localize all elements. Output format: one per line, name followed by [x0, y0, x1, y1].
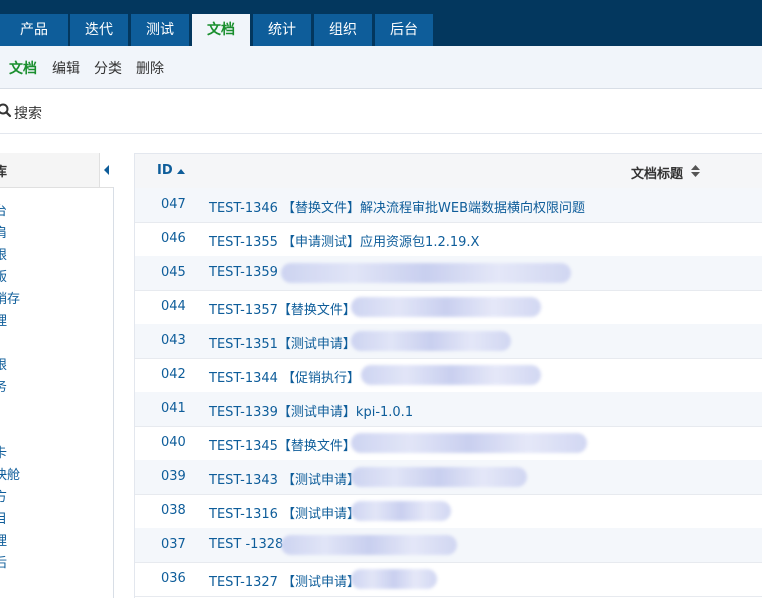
search-bar — [0, 89, 762, 134]
subnav-delete[interactable]: 删除 — [136, 58, 164, 78]
table-row[interactable]: 043 TEST-1351【测试申请】 — [135, 324, 762, 359]
table-row[interactable]: 036 TEST-1327 【测试申请】 — [135, 562, 762, 597]
table-row[interactable]: 045 TEST-1359 — [135, 256, 762, 291]
doc-title-link[interactable]: TEST-1357【替换文件】 — [209, 299, 356, 318]
table-header: ID 文档标题 — [135, 153, 762, 189]
column-header-title[interactable]: 文档标题 — [631, 163, 683, 182]
doc-title-link[interactable]: TEST-1345【替换文件】 — [209, 435, 356, 454]
tab-doc[interactable]: 文档 — [192, 14, 250, 46]
doc-id[interactable]: 041 — [161, 401, 186, 416]
doc-title-link[interactable]: TEST-1327 【测试申请】 — [209, 571, 360, 590]
redacted-text — [281, 263, 571, 283]
search-icon[interactable] — [0, 102, 12, 118]
redacted-text — [351, 501, 451, 521]
doc-id[interactable]: 040 — [161, 435, 186, 450]
redacted-text — [351, 297, 541, 317]
tab-label: 产品 — [20, 22, 48, 38]
subnav-doc[interactable]: 文档 — [9, 58, 37, 78]
sidebar-item[interactable]: 务 — [0, 376, 7, 395]
sidebar-item[interactable]: 限 — [0, 354, 7, 373]
doc-id[interactable]: 039 — [161, 469, 186, 484]
table-row[interactable]: 046 TEST-1355 【申请测试】应用资源包1.2.19.X — [135, 222, 762, 257]
sidebar-item[interactable]: 后 — [0, 552, 7, 571]
tab-label: 后台 — [390, 22, 418, 38]
table-row[interactable]: 037 TEST -1328 — [135, 528, 762, 563]
redacted-text — [351, 331, 511, 351]
doc-title-link[interactable]: TEST-1316 【测试申请】 — [209, 503, 360, 522]
sidebar-item[interactable]: 方 — [0, 486, 7, 505]
tab-label: 迭代 — [85, 22, 113, 38]
table-row[interactable]: 039 TEST-1343 【测试申请】 — [135, 460, 762, 495]
doc-id[interactable]: 045 — [161, 265, 186, 280]
doc-title-link[interactable]: TEST-1343 【测试申请】 — [209, 469, 360, 488]
doc-id[interactable]: 043 — [161, 333, 186, 348]
tab-label: 文档 — [207, 22, 235, 38]
sidebar-item[interactable]: 版 — [0, 266, 7, 285]
sidebar-item[interactable]: 销存 — [0, 288, 20, 307]
tab-test[interactable]: 测试 — [131, 14, 189, 46]
sort-ascending-icon[interactable] — [177, 169, 185, 174]
tab-product[interactable]: 产品 — [0, 14, 68, 46]
chevron-left-icon — [104, 165, 109, 175]
doc-title-link[interactable]: TEST-1339【测试申请】kpi-1.0.1 — [209, 401, 413, 420]
tab-stats[interactable]: 统计 — [253, 14, 311, 46]
doc-id[interactable]: 047 — [161, 197, 186, 212]
doc-id[interactable]: 042 — [161, 367, 186, 382]
doc-id[interactable]: 036 — [161, 571, 186, 586]
sidebar-item[interactable]: 台 — [0, 200, 7, 219]
table-row[interactable]: 042 TEST-1344 【促销执行】 — [135, 358, 762, 393]
doc-id[interactable]: 037 — [161, 537, 186, 552]
sidebar-header: 库 — [0, 153, 114, 188]
tab-iteration[interactable]: 迭代 — [70, 14, 128, 46]
doc-table: ID 文档标题 047 TEST-1346 【替换文件】解决流程审批WEB端数据… — [134, 153, 762, 598]
doc-id[interactable]: 046 — [161, 231, 186, 246]
doc-title-link[interactable]: TEST-1351【测试申请】 — [209, 333, 356, 352]
table-row[interactable]: 041 TEST-1339【测试申请】kpi-1.0.1 — [135, 392, 762, 427]
sidebar-item[interactable]: 理 — [0, 530, 7, 549]
redacted-text — [361, 365, 541, 385]
tab-label: 统计 — [268, 22, 296, 38]
sidebar-item[interactable]: 限 — [0, 244, 7, 263]
collapse-sidebar-button[interactable] — [99, 153, 114, 187]
sidebar-item[interactable]: 卡 — [0, 442, 7, 461]
doc-title-link[interactable]: TEST -1328 — [209, 537, 283, 552]
table-row[interactable]: 047 TEST-1346 【替换文件】解决流程审批WEB端数据横向权限问题 — [135, 188, 762, 223]
doc-id[interactable]: 038 — [161, 503, 186, 518]
doc-id[interactable]: 044 — [161, 299, 186, 314]
redacted-text — [351, 433, 587, 453]
doc-title-link[interactable]: TEST-1346 【替换文件】解决流程审批WEB端数据横向权限问题 — [209, 197, 585, 216]
table-row[interactable]: 038 TEST-1316 【测试申请】 — [135, 494, 762, 529]
sidebar-item[interactable]: 目 — [0, 508, 7, 527]
sort-icon[interactable] — [691, 165, 700, 177]
tab-label: 测试 — [146, 22, 174, 38]
column-header-id[interactable]: ID — [157, 163, 173, 178]
redacted-text — [281, 535, 457, 555]
table-row[interactable]: 044 TEST-1357【替换文件】 — [135, 290, 762, 325]
search-button[interactable]: 搜索 — [14, 103, 42, 123]
tab-admin[interactable]: 后台 — [375, 14, 433, 46]
redacted-text — [351, 569, 437, 589]
subnav-category[interactable]: 分类 — [94, 58, 122, 78]
tab-org[interactable]: 组织 — [314, 14, 372, 46]
doc-title-link[interactable]: TEST-1359 — [209, 265, 278, 280]
sidebar: 库 台 肩 限 版 销存 理 限 务 卡 快舱 方 目 理 后 — [0, 153, 114, 598]
sidebar-item[interactable]: 快舱 — [0, 464, 20, 483]
tab-label: 组织 — [329, 22, 357, 38]
sub-navbar: 文档 编辑 分类 删除 — [0, 46, 762, 89]
sidebar-title: 库 — [0, 165, 8, 180]
table-row[interactable]: 040 TEST-1345【替换文件】 — [135, 426, 762, 461]
doc-title-link[interactable]: TEST-1344 【促销执行】 — [209, 367, 360, 386]
sidebar-item[interactable]: 理 — [0, 310, 7, 329]
doc-title-link[interactable]: TEST-1355 【申请测试】应用资源包1.2.19.X — [209, 231, 479, 250]
sidebar-item[interactable]: 肩 — [0, 222, 7, 241]
top-navbar: 产品 迭代 测试 文档 统计 组织 后台 — [0, 0, 762, 46]
subnav-edit[interactable]: 编辑 — [52, 58, 80, 78]
redacted-text — [351, 467, 527, 487]
